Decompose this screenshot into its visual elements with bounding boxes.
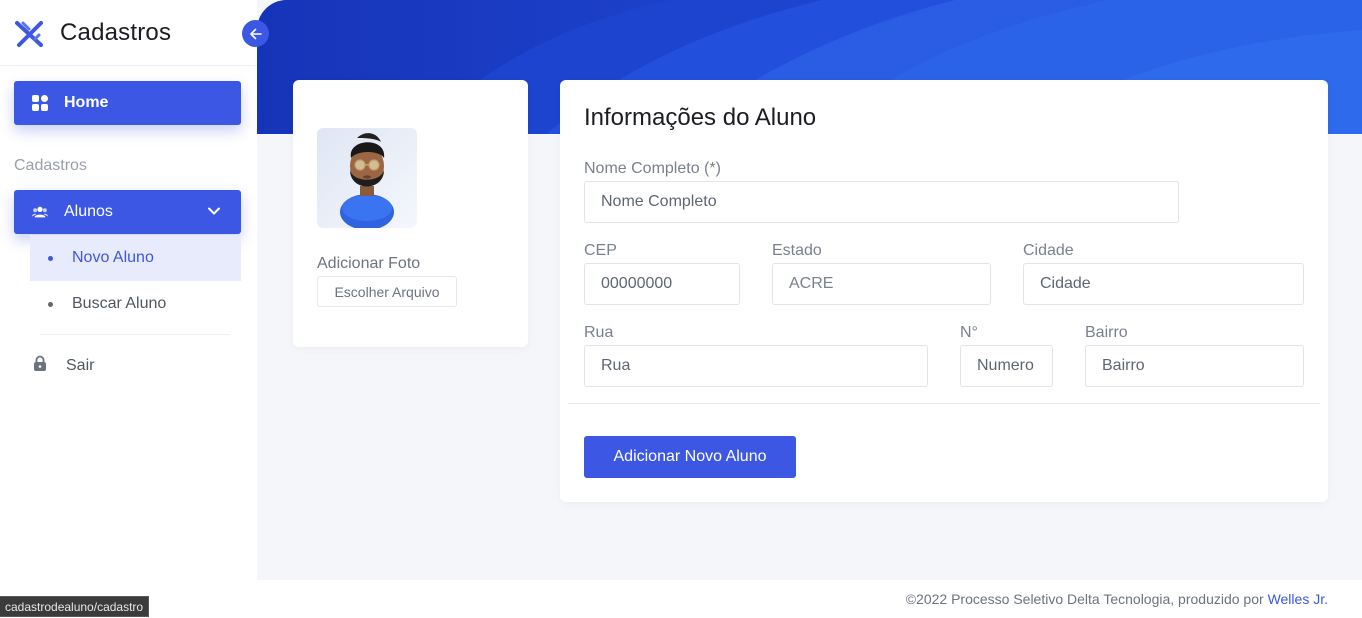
- student-form-card: Informações do Aluno Nome Completo (*) C…: [560, 80, 1328, 502]
- avatar: [317, 128, 417, 228]
- sidebar-divider: [40, 334, 230, 335]
- bairro-input[interactable]: [1085, 345, 1304, 387]
- numero-label: N°: [960, 324, 978, 341]
- footer: ©2022 Processo Seletivo Delta Tecnologia…: [0, 580, 1362, 618]
- sidebar-item-label: Alunos: [64, 203, 113, 220]
- sidebar-section-label: Cadastros: [14, 157, 87, 174]
- rua-input[interactable]: [584, 345, 928, 387]
- form-title: Informações do Aluno: [584, 104, 817, 131]
- footer-text: ©2022 Processo Seletivo Delta Tecnologia…: [906, 591, 1328, 607]
- sidebar-item-alunos[interactable]: Alunos: [14, 190, 241, 234]
- sidebar-subitem-buscar-aluno[interactable]: Buscar Aluno: [30, 281, 241, 327]
- sidebar-subitem-label: Novo Aluno: [72, 249, 154, 266]
- cep-label: CEP: [584, 242, 617, 259]
- sidebar-item-sair[interactable]: Sair: [32, 355, 94, 376]
- rua-label: Rua: [584, 324, 614, 341]
- cep-input[interactable]: [584, 263, 740, 305]
- bullet-icon: [48, 255, 53, 261]
- copyright-text: ©2022 Processo Seletivo Delta Tecnologia…: [905, 591, 1268, 607]
- numero-input[interactable]: [960, 345, 1053, 387]
- sidebar-subitem-label: Buscar Aluno: [72, 295, 167, 312]
- cidade-input[interactable]: [1023, 263, 1304, 305]
- browser-status-url: cadastrodealuno/cadastro: [0, 596, 150, 617]
- sidebar-divider: [40, 134, 230, 135]
- estado-label: Estado: [772, 242, 822, 259]
- lock-icon: [32, 355, 48, 376]
- sidebar-subitem-novo-aluno[interactable]: Novo Aluno: [30, 235, 241, 281]
- choose-file-button[interactable]: Escolher Arquivo: [317, 276, 457, 307]
- brand: Cadastros: [0, 0, 257, 66]
- brand-title: Cadastros: [60, 18, 172, 46]
- photo-label: Adicionar Foto: [317, 255, 421, 272]
- sidebar: Cadastros Home Cadastros Alunos Novo Alu…: [0, 0, 257, 580]
- form-divider: [568, 403, 1320, 404]
- bairro-label: Bairro: [1085, 324, 1128, 341]
- author-link[interactable]: Welles Jr.: [1268, 591, 1328, 607]
- add-student-button[interactable]: Adicionar Novo Aluno: [584, 436, 796, 478]
- nome-completo-input[interactable]: [584, 181, 1179, 223]
- sidebar-item-label: Sair: [66, 356, 95, 374]
- estado-select[interactable]: ACRE: [772, 263, 991, 305]
- sidebar-item-home[interactable]: Home: [14, 81, 241, 125]
- chevron-down-icon: [207, 204, 221, 223]
- arrow-left-icon: [249, 28, 262, 39]
- cidade-label: Cidade: [1023, 242, 1074, 259]
- sidebar-collapse-button[interactable]: [242, 20, 269, 47]
- logo-icon: [15, 20, 43, 47]
- sidebar-item-label: Home: [64, 94, 109, 111]
- dashboard-icon: [32, 95, 48, 111]
- bullet-icon: [48, 301, 53, 307]
- nome-label: Nome Completo (*): [584, 160, 721, 177]
- avatar-image: [340, 133, 394, 228]
- photo-card: Adicionar Foto Escolher Arquivo: [293, 80, 528, 347]
- users-icon: [32, 204, 48, 220]
